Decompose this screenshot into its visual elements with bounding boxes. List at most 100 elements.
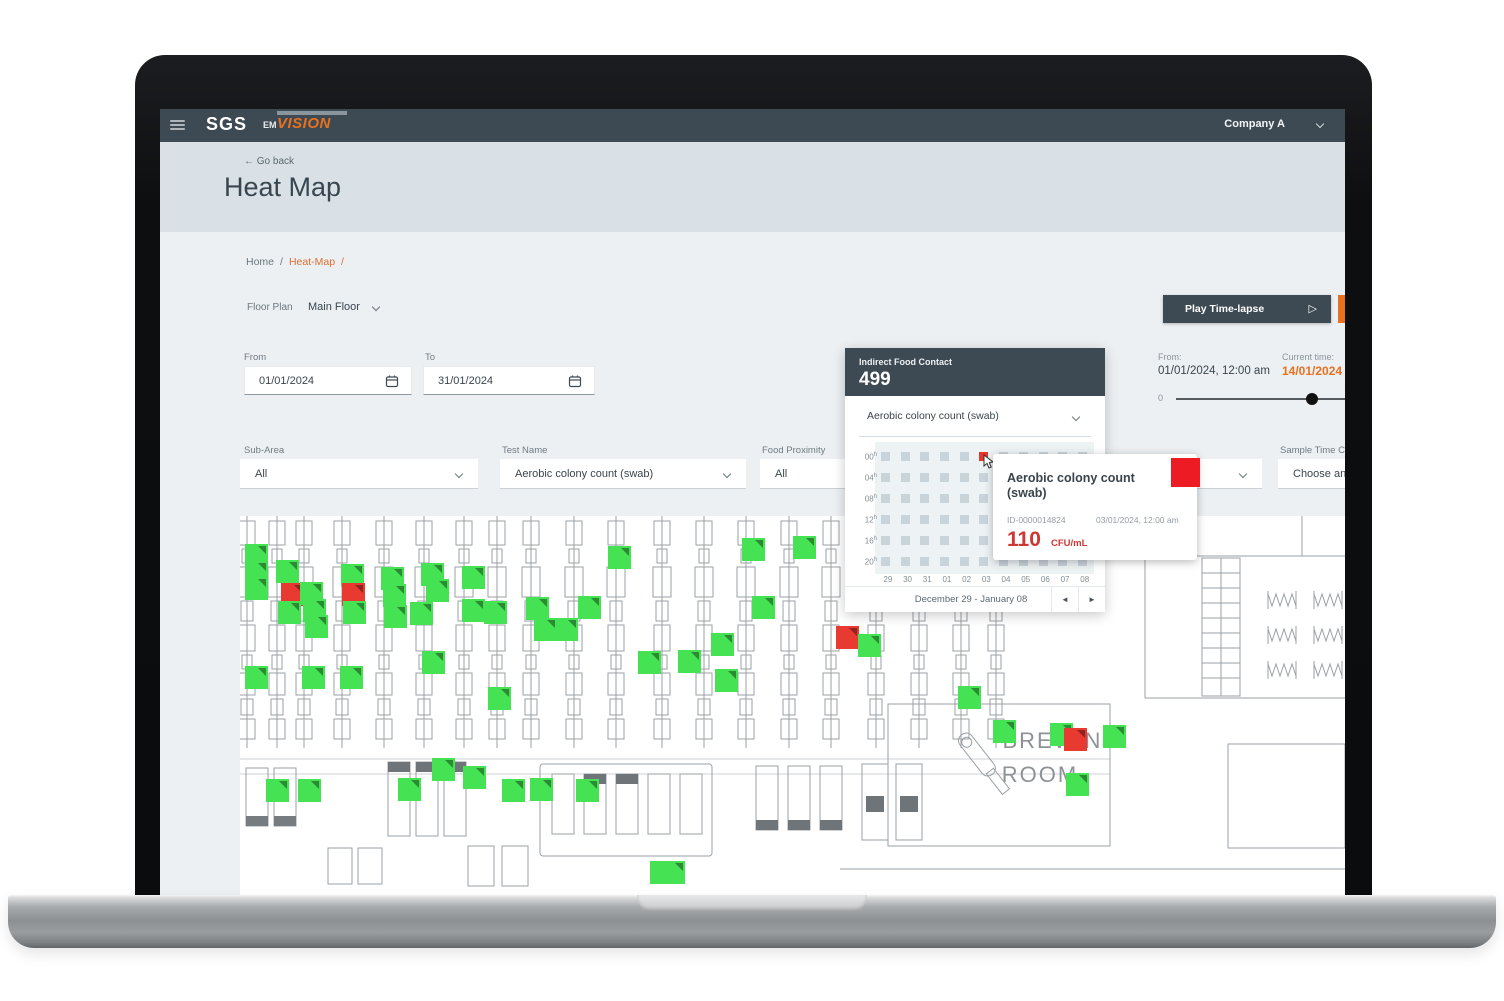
heatmap-marker[interactable] [526, 597, 549, 620]
grid-cell[interactable] [920, 536, 929, 545]
heatmap-marker[interactable] [432, 758, 455, 781]
grid-cell[interactable] [960, 452, 969, 461]
grid-cell[interactable] [920, 557, 929, 566]
grid-cell[interactable] [940, 557, 949, 566]
heatmap-marker[interactable] [298, 779, 321, 802]
grid-cell[interactable] [901, 557, 910, 566]
heatmap-marker[interactable] [302, 666, 325, 689]
timelapse-slider[interactable] [1176, 398, 1345, 400]
grid-cell[interactable] [920, 494, 929, 503]
heatmap-marker[interactable] [245, 577, 268, 600]
next-week-button[interactable]: ► [1078, 587, 1105, 612]
heatmap-marker[interactable] [793, 536, 816, 559]
grid-cell[interactable] [979, 515, 988, 524]
grid-cell[interactable] [960, 557, 969, 566]
heatmap-marker[interactable] [958, 686, 981, 709]
grid-cell[interactable] [901, 536, 910, 545]
heatmap-marker[interactable] [410, 602, 433, 625]
sample-time-select[interactable]: Choose an o [1278, 459, 1345, 489]
grid-cell[interactable] [901, 452, 910, 461]
grid-cell[interactable] [881, 494, 890, 503]
chevron-down-icon[interactable] [1316, 120, 1324, 128]
grid-cell[interactable] [940, 515, 949, 524]
heatmap-marker[interactable] [638, 651, 661, 674]
hamburger-menu-icon[interactable] [170, 118, 185, 132]
grid-cell[interactable] [920, 515, 929, 524]
heatmap-marker[interactable] [343, 601, 366, 624]
grid-cell[interactable] [960, 494, 969, 503]
calendar-icon[interactable] [568, 374, 582, 388]
heatmap-marker[interactable] [245, 666, 268, 689]
heatmap-marker[interactable] [836, 626, 859, 649]
grid-cell[interactable] [979, 536, 988, 545]
clipped-orange-button[interactable] [1338, 295, 1345, 323]
heatmap-marker[interactable] [305, 615, 328, 638]
floor-plan-select[interactable]: Main Floor [308, 301, 360, 313]
sub-area-select[interactable]: All [240, 459, 478, 489]
grid-cell[interactable] [940, 473, 949, 482]
heatmap-marker[interactable] [278, 601, 301, 624]
grid-cell[interactable] [979, 557, 988, 566]
heatmap-marker[interactable] [555, 618, 578, 641]
grid-cell[interactable] [881, 473, 890, 482]
heatmap-marker[interactable] [576, 779, 599, 802]
heatmap-marker[interactable] [462, 566, 485, 589]
heatmap-marker[interactable] [1066, 773, 1089, 796]
heatmap-marker[interactable] [502, 779, 525, 802]
heatmap-marker[interactable] [398, 778, 421, 801]
heatmap-marker[interactable] [484, 601, 507, 624]
calendar-icon[interactable] [385, 374, 399, 388]
grid-cell[interactable] [881, 452, 890, 461]
heatmap-marker[interactable] [678, 650, 701, 673]
grid-cell[interactable] [881, 557, 890, 566]
heatmap-marker[interactable] [715, 669, 738, 692]
heatmap-marker[interactable] [742, 538, 765, 561]
heatmap-marker[interactable] [384, 605, 407, 628]
grid-cell[interactable] [881, 536, 890, 545]
go-back-link[interactable]: ← Go back [244, 156, 294, 167]
heatmap-marker[interactable] [662, 861, 685, 884]
timelapse-slider-thumb[interactable] [1306, 393, 1318, 405]
heatmap-marker[interactable] [711, 633, 734, 656]
grid-cell[interactable] [960, 536, 969, 545]
heatmap-marker[interactable] [462, 599, 485, 622]
grid-cell[interactable] [940, 536, 949, 545]
grid-cell[interactable] [920, 473, 929, 482]
heatmap-marker[interactable] [266, 779, 289, 802]
heatmap-marker[interactable] [340, 666, 363, 689]
heatmap-marker[interactable] [530, 778, 553, 801]
play-timelapse-button[interactable]: Play Time-lapse ▷ [1163, 295, 1331, 323]
heatmap-marker[interactable] [752, 596, 775, 619]
from-date-input[interactable]: 01/01/2024 [244, 366, 412, 395]
grid-cell[interactable] [960, 515, 969, 524]
heatmap-marker[interactable] [426, 579, 449, 602]
heatmap-marker[interactable] [608, 546, 631, 569]
chevron-down-icon[interactable] [372, 303, 380, 311]
test-name-select[interactable]: Aerobic colony count (swab) [500, 459, 746, 489]
heatmap-marker[interactable] [993, 720, 1016, 743]
grid-cell[interactable] [979, 494, 988, 503]
breadcrumb-home[interactable]: Home [246, 256, 274, 268]
grid-cell[interactable] [901, 515, 910, 524]
heatmap-marker[interactable] [276, 560, 299, 583]
grid-cell[interactable] [920, 452, 929, 461]
heatmap-marker[interactable] [383, 584, 406, 607]
grid-cell[interactable] [940, 494, 949, 503]
heatmap-marker[interactable] [1064, 728, 1087, 751]
heatmap-marker[interactable] [858, 634, 881, 657]
to-date-input[interactable]: 31/01/2024 [423, 366, 595, 395]
grid-cell[interactable] [901, 494, 910, 503]
grid-cell[interactable] [979, 473, 988, 482]
heatmap-marker[interactable] [578, 596, 601, 619]
breadcrumb-current[interactable]: Heat-Map [289, 256, 335, 268]
heatmap-marker[interactable] [463, 766, 486, 789]
popup-test-select[interactable]: Aerobic colony count (swab) [867, 410, 999, 422]
grid-cell[interactable] [881, 515, 890, 524]
heatmap-marker[interactable] [1103, 725, 1126, 748]
heatmap-marker[interactable] [534, 618, 557, 641]
heatmap-marker[interactable] [488, 687, 511, 710]
grid-cell[interactable] [960, 473, 969, 482]
chevron-down-icon[interactable] [1072, 413, 1080, 421]
heatmap-marker[interactable] [422, 651, 445, 674]
floor-plan-heatmap[interactable]: BREWING ROOM [240, 516, 1345, 896]
